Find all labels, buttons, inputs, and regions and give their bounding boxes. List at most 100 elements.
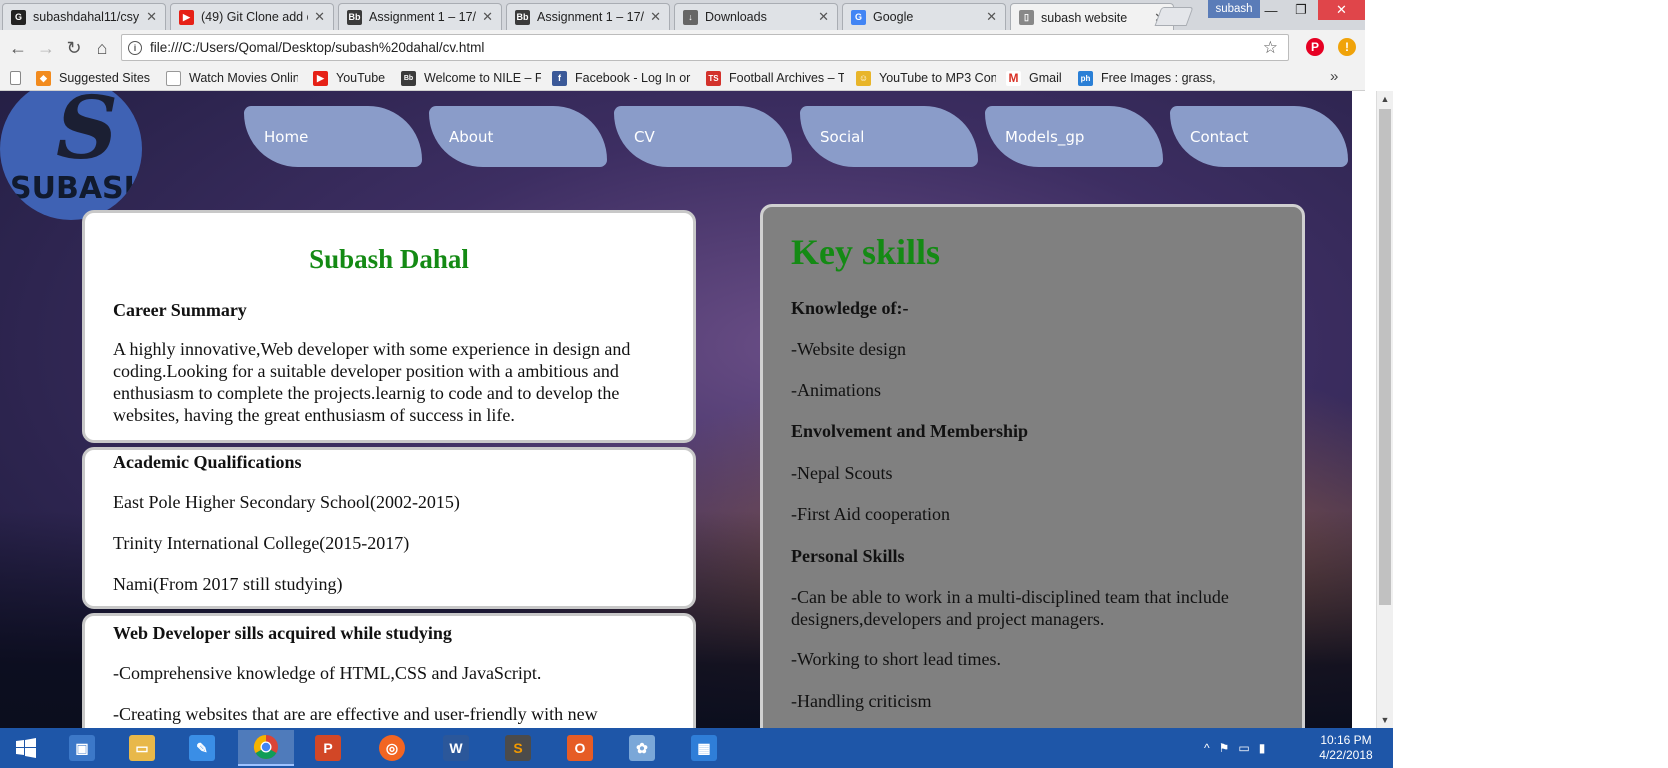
tab-label: subash website bbox=[1041, 10, 1128, 25]
close-window-button[interactable]: ✕ bbox=[1318, 0, 1365, 20]
new-tab-button[interactable] bbox=[1154, 7, 1194, 26]
bookmark-label: YouTube bbox=[336, 71, 386, 85]
extension-alert-icon[interactable]: ! bbox=[1338, 38, 1356, 56]
minimize-button[interactable]: — bbox=[1256, 0, 1286, 20]
profile-button[interactable]: subash bbox=[1208, 0, 1260, 18]
tab-youtube[interactable]: ▶ (49) Git Clone add c ✕ bbox=[170, 3, 334, 30]
taskbar-powerpoint[interactable]: P bbox=[300, 730, 356, 766]
taskbar-notepad[interactable]: ✎ bbox=[174, 730, 230, 766]
tab-close-icon[interactable]: ✕ bbox=[650, 9, 661, 25]
knowledge-heading: Knowledge of:- bbox=[791, 298, 909, 318]
taskbar-office[interactable]: O bbox=[552, 730, 608, 766]
reload-button[interactable]: ↻ bbox=[62, 36, 86, 60]
taskbar-chrome[interactable] bbox=[238, 730, 294, 766]
home-button[interactable]: ⌂ bbox=[90, 36, 114, 60]
page-scrollbar[interactable]: ▲ ▼ bbox=[1376, 91, 1393, 728]
taskbar: ▣ ▭ ✎ P ◎ W S O ✿ ▦ ^ ⚑ ▭ ▮ 10:16 PM 4/2… bbox=[0, 728, 1393, 768]
start-button[interactable] bbox=[2, 730, 50, 766]
bookmark-label: Facebook - Log In or bbox=[575, 71, 691, 85]
nav-about[interactable]: About bbox=[429, 106, 607, 167]
taskbar-paint[interactable]: ✿ bbox=[614, 730, 670, 766]
scrollbar-thumb[interactable] bbox=[1379, 109, 1391, 605]
taskbar-task-view[interactable]: ▣ bbox=[54, 730, 110, 766]
logo-word: SUBASH bbox=[10, 171, 142, 206]
action-center-flag-icon[interactable]: ⚑ bbox=[1219, 741, 1230, 755]
system-tray: ^ ⚑ ▭ ▮ bbox=[1204, 728, 1265, 768]
bookmark-nile[interactable]: Bb Welcome to NILE – F bbox=[401, 69, 541, 87]
bookmark-youtube[interactable]: ▶ YouTube bbox=[313, 69, 393, 87]
clock-time: 10:16 PM bbox=[1320, 733, 1372, 747]
media-icon: ◎ bbox=[379, 735, 405, 761]
address-text: file:///C:/Users/Qomal/Desktop/subash%20… bbox=[150, 40, 485, 55]
tab-close-icon[interactable]: ✕ bbox=[986, 9, 997, 25]
pinterest-icon[interactable]: P bbox=[1306, 38, 1324, 56]
tab-github[interactable]: G subashdahal11/csy ✕ bbox=[2, 3, 166, 30]
converter-icon: ☺ bbox=[856, 70, 871, 86]
clock[interactable]: 10:16 PM 4/22/2018 bbox=[1306, 733, 1386, 763]
bookmark-star-icon[interactable]: ☆ bbox=[1263, 38, 1278, 58]
academic-qualifications-card: Academic Qualifications East Pole Higher… bbox=[82, 447, 696, 609]
taskbar-media[interactable]: ◎ bbox=[364, 730, 420, 766]
tab-downloads[interactable]: ↓ Downloads ✕ bbox=[674, 3, 838, 30]
football-icon: TS bbox=[706, 70, 721, 86]
bookmark-youtube-mp3[interactable]: ☺ YouTube to MP3 Con bbox=[856, 69, 996, 87]
page-icon: ▯ bbox=[1019, 10, 1034, 25]
nav-models-gp[interactable]: Models_gp bbox=[985, 106, 1163, 167]
tab-close-icon[interactable]: ✕ bbox=[818, 9, 829, 25]
bookmark-label: Welcome to NILE – F bbox=[424, 71, 541, 85]
taskbar-sublime-text[interactable]: S bbox=[490, 730, 546, 766]
tab-subash-website[interactable]: ▯ subash website ✕ bbox=[1010, 3, 1174, 31]
browser-toolbar: ← → ↻ ⌂ i file:///C:/Users/Qomal/Desktop… bbox=[0, 30, 1365, 65]
scroll-down-icon[interactable]: ▼ bbox=[1377, 712, 1393, 728]
developer-skill-item: -Comprehensive knowledge of HTML,CSS and… bbox=[113, 663, 542, 683]
tab-assignment-1[interactable]: Bb Assignment 1 – 17/ ✕ bbox=[338, 3, 502, 30]
show-hidden-icons-icon[interactable]: ^ bbox=[1204, 741, 1210, 755]
powerpoint-icon: P bbox=[315, 735, 341, 761]
paint-icon: ✿ bbox=[629, 735, 655, 761]
restore-button[interactable]: ❐ bbox=[1286, 0, 1316, 20]
tab-assignment-2[interactable]: Bb Assignment 1 – 17/ ✕ bbox=[506, 3, 670, 30]
taskbar-photos[interactable]: ▦ bbox=[676, 730, 732, 766]
academic-item: Nami(From 2017 still studying) bbox=[113, 574, 343, 594]
bookmark-label: Football Archives – T bbox=[729, 71, 844, 85]
bookmark-suggested-sites[interactable]: ◆ Suggested Sites bbox=[36, 69, 154, 87]
site-logo[interactable]: S SUBASH bbox=[0, 91, 142, 220]
personal-skill-item: -Can be able to work in a multi-discipli… bbox=[791, 587, 1229, 629]
apps-icon[interactable] bbox=[10, 69, 21, 87]
address-bar[interactable]: i file:///C:/Users/Qomal/Desktop/subash%… bbox=[121, 34, 1289, 61]
bookmark-gmail[interactable]: M Gmail bbox=[1006, 69, 1076, 87]
tab-close-icon[interactable]: ✕ bbox=[146, 9, 157, 25]
pixabay-icon: ph bbox=[1078, 70, 1093, 86]
academic-heading: Academic Qualifications bbox=[113, 452, 302, 472]
info-icon[interactable]: i bbox=[128, 40, 142, 55]
profile-name: Subash Dahal bbox=[309, 244, 469, 274]
bookmark-football-archives[interactable]: TS Football Archives – T bbox=[706, 69, 844, 87]
nav-contact[interactable]: Contact bbox=[1170, 106, 1348, 167]
bookmark-label: Suggested Sites bbox=[59, 71, 151, 85]
bookmarks-more-button[interactable]: » bbox=[1330, 68, 1338, 85]
developer-skill-item: -Creating websites that are are effectiv… bbox=[113, 704, 598, 724]
taskbar-word[interactable]: W bbox=[428, 730, 484, 766]
bookmark-free-images[interactable]: ph Free Images : grass, l bbox=[1078, 69, 1218, 87]
tab-close-icon[interactable]: ✕ bbox=[482, 9, 493, 25]
nav-home[interactable]: Home bbox=[244, 106, 422, 167]
logo-letter: S bbox=[56, 91, 119, 179]
tab-close-icon[interactable]: ✕ bbox=[314, 9, 325, 25]
bookmark-watch-movies[interactable]: Watch Movies Online bbox=[166, 69, 298, 87]
tab-google[interactable]: G Google ✕ bbox=[842, 3, 1006, 30]
nav-social[interactable]: Social bbox=[800, 106, 978, 167]
blackboard-icon: Bb bbox=[401, 70, 416, 86]
bookmark-facebook[interactable]: f Facebook - Log In or bbox=[552, 69, 692, 87]
forward-button[interactable]: → bbox=[34, 36, 58, 60]
browser-chrome: G subashdahal11/csy ✕ ▶ (49) Git Clone a… bbox=[0, 0, 1365, 91]
nav-cv[interactable]: CV bbox=[614, 106, 792, 167]
career-summary-heading: Career Summary bbox=[113, 300, 247, 320]
scroll-up-icon[interactable]: ▲ bbox=[1377, 91, 1393, 107]
taskbar-file-explorer[interactable]: ▭ bbox=[114, 730, 170, 766]
word-icon: W bbox=[443, 735, 469, 761]
clock-date: 4/22/2018 bbox=[1319, 748, 1373, 762]
back-button[interactable]: ← bbox=[6, 36, 30, 60]
blackboard-icon: Bb bbox=[515, 9, 530, 25]
battery-icon[interactable]: ▭ bbox=[1238, 741, 1249, 755]
network-icon[interactable]: ▮ bbox=[1259, 741, 1266, 755]
